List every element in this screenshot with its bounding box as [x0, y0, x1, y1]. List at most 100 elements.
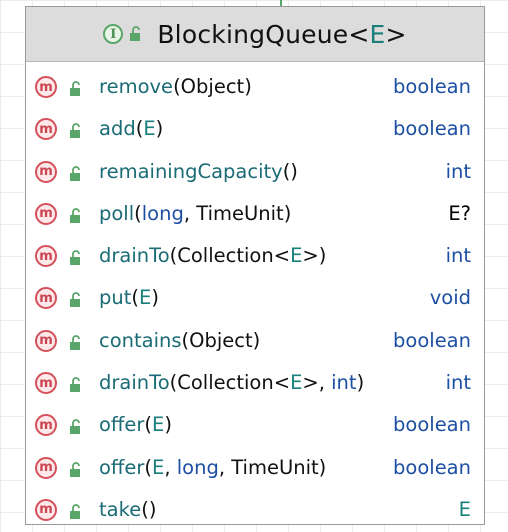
param-type: long	[176, 455, 219, 479]
interface-icon: I	[103, 24, 124, 44]
param-type-close: >	[302, 371, 319, 395]
param-type: E	[139, 286, 152, 310]
public-lock-icon	[69, 290, 83, 308]
return-type: int	[445, 371, 471, 395]
public-lock-icon	[69, 502, 83, 519]
class-title: BlockingQueue<E>	[157, 20, 406, 49]
class-name: BlockingQueue	[157, 19, 349, 49]
paren-close: )	[155, 117, 164, 141]
uml-class-box[interactable]: I BlockingQueue<E> m remove(Object) boolea…	[25, 6, 485, 525]
paren-open: (	[131, 286, 139, 310]
param-type: Object	[180, 75, 245, 98]
method-icon: m	[35, 329, 57, 352]
param-type: TimeUnit	[231, 455, 319, 479]
method-signature: take()	[99, 498, 156, 521]
paren-close: )	[244, 75, 252, 98]
type-param-open: <	[348, 19, 370, 49]
method-list: m remove(Object) boolean m add(E) boolean m rem…	[26, 62, 484, 531]
method-icon: m	[35, 160, 57, 183]
method-icon: m	[35, 118, 57, 141]
return-type: E	[458, 497, 471, 521]
method-name: put	[99, 286, 132, 310]
param-type-base: Collection<	[177, 244, 291, 268]
method-icon: m	[35, 498, 57, 521]
method-row[interactable]: m offer(E, long, TimeUnit) boolean	[26, 447, 484, 489]
type-param-close: >	[385, 19, 407, 49]
return-type: int	[445, 159, 471, 183]
method-row[interactable]: m poll(long, TimeUnit) E?	[26, 193, 484, 235]
method-name: remove	[99, 75, 174, 98]
param-type-base: Collection<	[177, 371, 291, 395]
method-signature: remove(Object)	[99, 75, 252, 98]
method-signature: offer(E, long, TimeUnit)	[99, 456, 326, 479]
paren-close: )	[356, 371, 365, 395]
class-header[interactable]: I BlockingQueue<E>	[26, 7, 484, 62]
method-name: take	[99, 497, 142, 521]
paren-close: )	[148, 497, 157, 521]
method-signature: offer(E)	[99, 413, 172, 436]
method-name: add	[99, 117, 136, 141]
return-type: boolean	[393, 117, 471, 141]
method-name: remainingCapacity	[99, 159, 283, 183]
return-type: boolean	[393, 455, 471, 479]
paren-open: (	[181, 328, 190, 352]
public-lock-icon	[69, 248, 83, 266]
public-lock-icon	[69, 79, 83, 96]
method-name: contains	[99, 328, 182, 352]
method-icon: m	[35, 372, 57, 395]
method-icon: m	[35, 245, 57, 268]
method-row[interactable]: m drainTo(Collection<E>) int	[26, 235, 484, 277]
param-type: E	[152, 413, 165, 437]
public-lock-icon	[69, 417, 83, 435]
method-signature: remainingCapacity()	[99, 160, 298, 183]
public-lock-icon	[69, 460, 83, 477]
return-type: boolean	[393, 413, 471, 437]
method-row[interactable]: m add(E) boolean	[26, 108, 484, 150]
public-lock-icon	[129, 26, 143, 42]
return-type: int	[445, 244, 471, 268]
param-type-close: >	[302, 244, 319, 268]
paren-close: )	[252, 328, 261, 352]
paren-open: (	[144, 455, 152, 479]
param-type: int	[331, 371, 357, 395]
method-signature: contains(Object)	[99, 329, 260, 352]
method-row[interactable]: m remove(Object) boolean	[26, 66, 484, 108]
method-row[interactable]: m contains(Object) boolean	[26, 320, 484, 362]
paren-close: )	[290, 159, 298, 183]
param-type: E	[143, 117, 156, 141]
param-separator: ,	[218, 455, 232, 479]
param-type: TimeUnit	[196, 201, 284, 225]
param-type: E	[152, 455, 165, 479]
param-type: Collection<E>	[177, 244, 318, 267]
paren-close: )	[283, 201, 292, 225]
public-lock-icon	[69, 164, 83, 181]
method-row[interactable]: m put(E) void	[26, 277, 484, 319]
method-signature: add(E)	[99, 117, 163, 140]
param-type: Collection<E>	[177, 371, 318, 394]
method-name: drainTo	[99, 371, 170, 395]
method-signature: drainTo(Collection<E>, int)	[99, 371, 364, 394]
paren-open: (	[144, 413, 152, 437]
method-signature: poll(long, TimeUnit)	[99, 202, 291, 225]
public-lock-icon	[69, 121, 83, 139]
paren-open: (	[141, 497, 149, 521]
method-row[interactable]: m offer(E) boolean	[26, 404, 484, 446]
paren-close: )	[318, 455, 327, 479]
paren-open: (	[173, 75, 181, 98]
param-separator: ,	[183, 201, 197, 225]
method-row[interactable]: m take() E	[26, 489, 484, 531]
return-type: boolean	[393, 328, 471, 352]
param-separator: ,	[164, 455, 177, 479]
method-icon: m	[35, 76, 57, 98]
param-type: Object	[189, 328, 253, 352]
paren-close: )	[164, 413, 172, 437]
public-lock-icon	[69, 333, 83, 350]
method-icon: m	[35, 414, 57, 437]
method-signature: drainTo(Collection<E>)	[99, 244, 326, 267]
method-name: drainTo	[99, 244, 170, 268]
paren-open: (	[134, 201, 142, 225]
method-row[interactable]: m remainingCapacity() int	[26, 151, 484, 193]
param-type-generic: E	[290, 244, 303, 268]
public-lock-icon	[69, 206, 83, 223]
method-row[interactable]: m drainTo(Collection<E>, int) int	[26, 362, 484, 404]
